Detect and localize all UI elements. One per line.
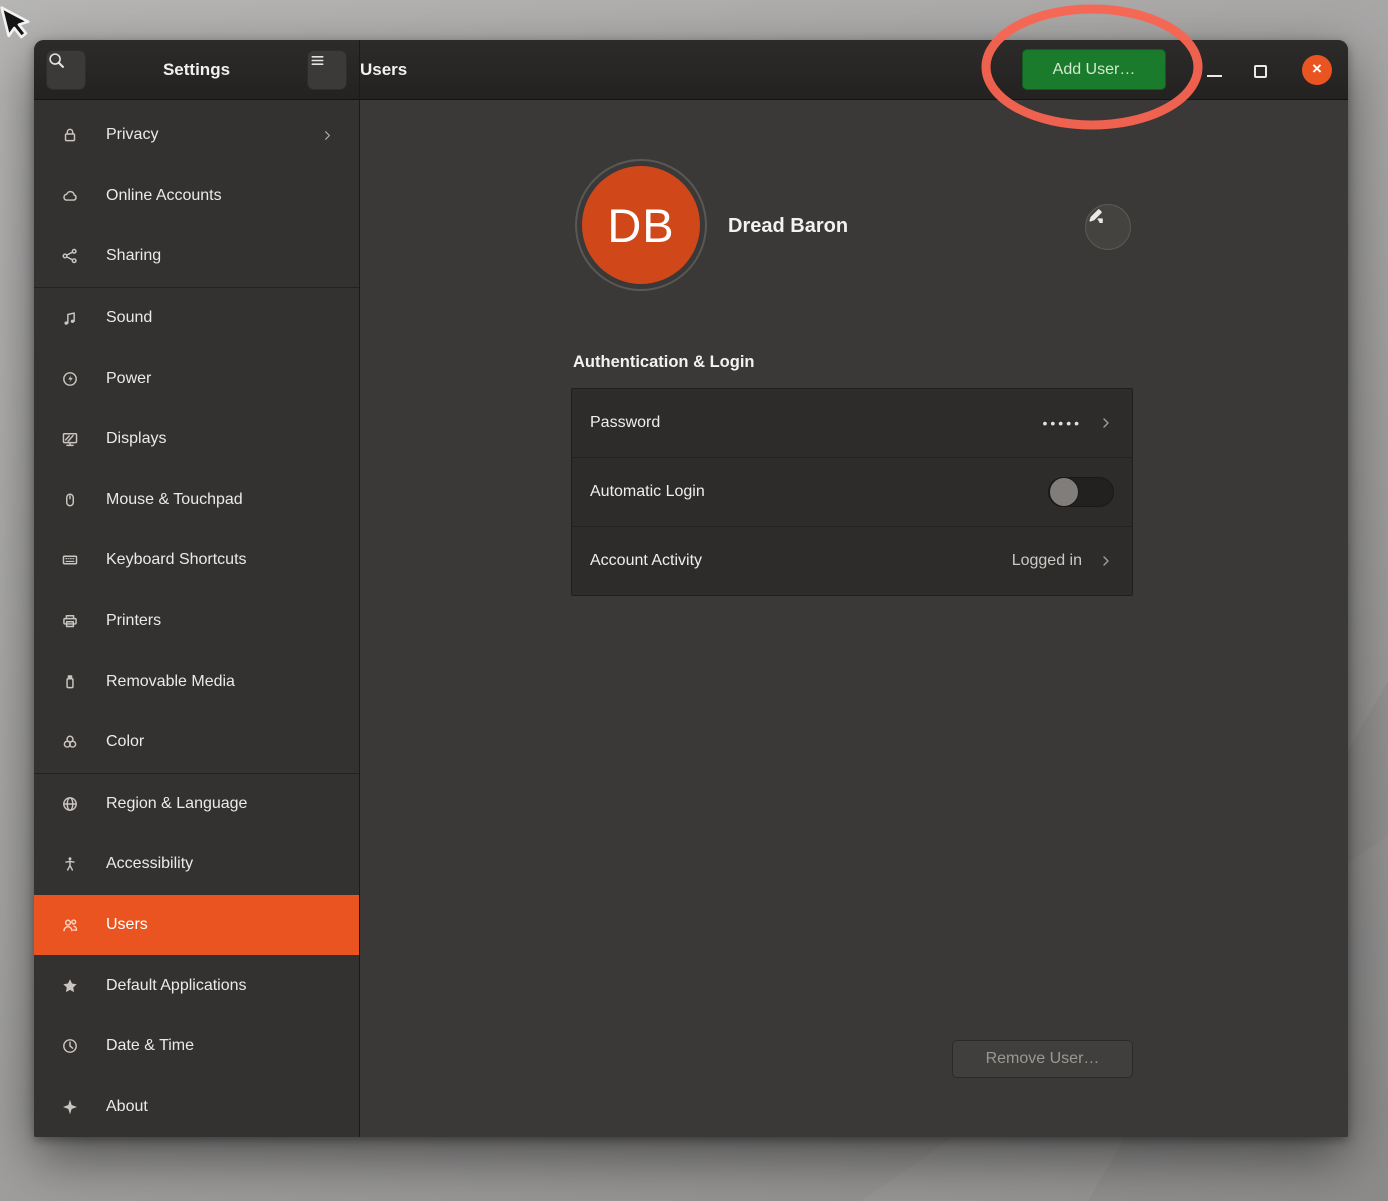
sidebar-item-sound[interactable]: Sound bbox=[34, 288, 359, 349]
sidebar-item-label: Date & Time bbox=[106, 1037, 194, 1055]
keyboard-icon bbox=[61, 551, 79, 569]
row-value: Logged in bbox=[1012, 552, 1082, 570]
app-title: Settings bbox=[163, 60, 230, 80]
power-icon bbox=[61, 370, 79, 388]
sound-icon bbox=[61, 309, 79, 327]
sidebar-item-label: Removable Media bbox=[106, 673, 235, 691]
page-title: Users bbox=[360, 60, 407, 80]
menu-button[interactable] bbox=[307, 50, 347, 90]
printer-icon bbox=[61, 612, 79, 630]
remove-user-button[interactable]: Remove User… bbox=[952, 1040, 1133, 1078]
row-right: ••••• bbox=[1042, 415, 1114, 431]
sidebar-list: Privacy Online Accounts Sharing Sound Power D… bbox=[34, 100, 360, 1137]
search-icon bbox=[47, 51, 85, 89]
sidebar-item-label: Color bbox=[106, 733, 144, 751]
sidebar-item-keyboard-shortcuts[interactable]: Keyboard Shortcuts bbox=[34, 530, 359, 591]
chevron-right-icon bbox=[1098, 553, 1114, 569]
row-right: Logged in bbox=[1012, 552, 1114, 570]
add-user-button[interactable]: Add User… bbox=[1022, 49, 1166, 90]
sidebar-item-label: Displays bbox=[106, 430, 166, 448]
accessibility-icon bbox=[61, 855, 79, 873]
row-label: Account Activity bbox=[590, 552, 702, 570]
automatic-login-toggle[interactable] bbox=[1048, 477, 1114, 507]
sidebar-item-label: Default Applications bbox=[106, 977, 247, 995]
sidebar-item-accessibility[interactable]: Accessibility bbox=[34, 834, 359, 895]
maximize-button[interactable] bbox=[1254, 65, 1267, 78]
hamburger-menu-icon bbox=[308, 51, 346, 89]
sidebar-headerbar[interactable]: Settings bbox=[34, 40, 360, 100]
mouse-icon bbox=[61, 491, 79, 509]
usb-icon bbox=[61, 673, 79, 691]
row-label: Password bbox=[590, 414, 660, 432]
sidebar-item-label: Sharing bbox=[106, 247, 161, 265]
edit-user-button[interactable] bbox=[1085, 204, 1131, 250]
users-panel: DB Dread Baron Authentication & Login Pa… bbox=[360, 100, 1348, 1137]
user-full-name: Dread Baron bbox=[728, 215, 848, 238]
lock-icon bbox=[61, 126, 79, 144]
auth-login-card: Password ••••• Automatic Login Account Acti… bbox=[571, 388, 1133, 596]
cloud-icon bbox=[61, 187, 79, 205]
sidebar-item-label: Sound bbox=[106, 309, 152, 327]
sidebar-item-power[interactable]: Power bbox=[34, 348, 359, 409]
mouse-cursor bbox=[0, 0, 41, 45]
star-icon bbox=[61, 977, 79, 995]
pencil-icon bbox=[1086, 205, 1130, 249]
sidebar-item-label: Users bbox=[106, 916, 148, 934]
sidebar-item-label: Region & Language bbox=[106, 795, 247, 813]
row-label: Automatic Login bbox=[590, 483, 705, 501]
sidebar-item-label: Mouse & Touchpad bbox=[106, 491, 243, 509]
toggle-knob bbox=[1049, 477, 1079, 507]
row-right bbox=[1048, 477, 1114, 507]
users-icon bbox=[61, 916, 79, 934]
sidebar-item-label: About bbox=[106, 1098, 148, 1116]
sidebar-item-online-accounts[interactable]: Online Accounts bbox=[34, 166, 359, 227]
sidebar-item-sharing[interactable]: Sharing bbox=[34, 226, 359, 287]
sidebar-item-displays[interactable]: Displays bbox=[34, 409, 359, 470]
globe-icon bbox=[61, 795, 79, 813]
chevron-right-icon bbox=[1098, 415, 1114, 431]
sidebar-item-removable-media[interactable]: Removable Media bbox=[34, 651, 359, 712]
sidebar-item-label: Power bbox=[106, 370, 151, 388]
sidebar-item-region-language[interactable]: Region & Language bbox=[34, 774, 359, 835]
sidebar-item-printers[interactable]: Printers bbox=[34, 591, 359, 652]
settings-window: Settings Users Add User… × Privacy Online… bbox=[34, 40, 1348, 1137]
password-row[interactable]: Password ••••• bbox=[572, 389, 1132, 457]
main-headerbar[interactable]: Users Add User… × bbox=[360, 40, 1348, 100]
sidebar-item-label: Keyboard Shortcuts bbox=[106, 551, 247, 569]
chevron-right-icon bbox=[320, 128, 335, 143]
sidebar-item-about[interactable]: About bbox=[34, 1077, 359, 1138]
share-icon bbox=[61, 247, 79, 265]
avatar-ring: DB bbox=[575, 159, 707, 291]
row-value: ••••• bbox=[1042, 415, 1082, 431]
sidebar-item-label: Accessibility bbox=[106, 855, 193, 873]
sidebar-item-date-time[interactable]: Date & Time bbox=[34, 1016, 359, 1077]
sidebar-item-users[interactable]: Users bbox=[34, 895, 359, 956]
display-icon bbox=[61, 430, 79, 448]
color-icon bbox=[61, 733, 79, 751]
search-button[interactable] bbox=[46, 50, 86, 90]
desktop: { "window": { "sidebar": { "header": { "… bbox=[0, 0, 1388, 1201]
clock-icon bbox=[61, 1037, 79, 1055]
sidebar-item-mouse-touchpad[interactable]: Mouse & Touchpad bbox=[34, 470, 359, 531]
sidebar-item-label: Printers bbox=[106, 612, 161, 630]
sparkle-icon bbox=[61, 1098, 79, 1116]
account-activity-row[interactable]: Account Activity Logged in bbox=[572, 527, 1132, 595]
automatic-login-row[interactable]: Automatic Login bbox=[572, 458, 1132, 526]
avatar: DB bbox=[582, 166, 700, 284]
minimize-button[interactable] bbox=[1207, 75, 1222, 77]
sidebar-item-label: Online Accounts bbox=[106, 187, 222, 205]
sidebar-item-privacy[interactable]: Privacy bbox=[34, 105, 359, 166]
sidebar-item-color[interactable]: Color bbox=[34, 712, 359, 773]
sidebar-item-label: Privacy bbox=[106, 126, 158, 144]
sidebar-item-default-applications[interactable]: Default Applications bbox=[34, 955, 359, 1016]
close-icon: × bbox=[1312, 59, 1322, 79]
section-title: Authentication & Login bbox=[573, 353, 754, 372]
close-button[interactable]: × bbox=[1302, 55, 1332, 85]
